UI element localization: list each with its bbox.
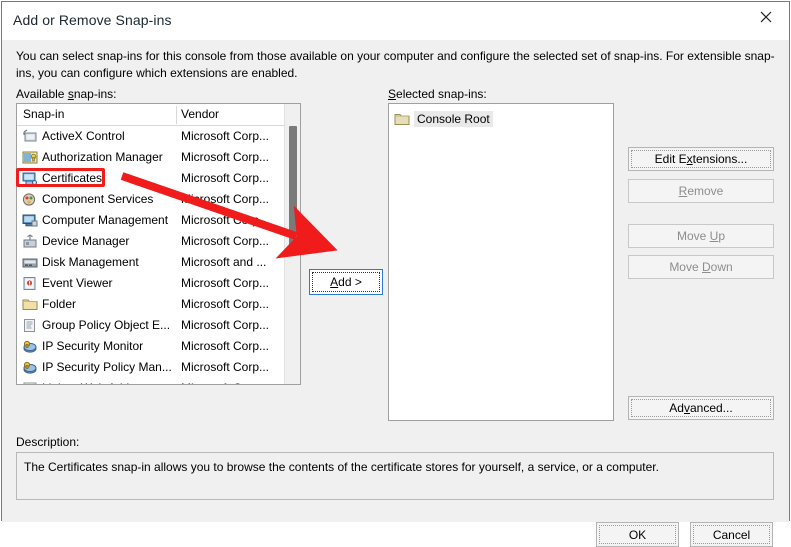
snapin-vendor: Microsoft Corp...	[181, 171, 270, 185]
snapin-name: Group Policy Object E...	[42, 318, 171, 332]
snapin-name: Component Services	[42, 192, 154, 206]
table-row[interactable]: Certificates Microsoft Corp...	[17, 168, 300, 189]
table-row[interactable]: Disk Management Microsoft and ...	[17, 252, 300, 273]
remove-button[interactable]: Remove	[628, 179, 774, 203]
snapin-name: IP Security Monitor	[42, 339, 144, 353]
table-row[interactable]: ActiveX Control Microsoft Corp...	[17, 126, 300, 147]
table-row[interactable]: IP Security Monitor Microsoft Corp...	[17, 336, 300, 357]
snapin-name: Disk Management	[42, 255, 139, 269]
ok-button[interactable]: OK	[596, 522, 679, 547]
snapin-name: Authorization Manager	[42, 150, 163, 164]
snapin-vendor: Microsoft Corp...	[181, 297, 270, 311]
cancel-button[interactable]: Cancel	[690, 522, 773, 547]
certificates-icon	[22, 171, 38, 186]
add-button[interactable]: Add >	[309, 269, 383, 295]
device-manager-icon	[22, 234, 38, 249]
authorization-manager-icon	[22, 150, 38, 165]
table-row[interactable]: Component Services Microsoft Corp...	[17, 189, 300, 210]
table-row[interactable]: IP Security Policy Man... Microsoft Corp.…	[17, 357, 300, 378]
link-to-web-address-icon	[22, 381, 38, 384]
ip-security-policy-management-icon	[22, 360, 38, 375]
snapin-name: Computer Management	[42, 213, 169, 227]
snapin-name: Device Manager	[42, 234, 130, 248]
snapin-vendor: Microsoft Corp...	[181, 129, 270, 143]
snapin-vendor: Microsoft Corp...	[181, 192, 270, 206]
snapin-vendor: Microsoft Corp...	[181, 234, 270, 248]
available-list-rows: ActiveX Control Microsoft Corp... Authoriz…	[17, 126, 300, 384]
description-label: Description:	[16, 435, 80, 449]
table-row[interactable]: Folder Microsoft Corp...	[17, 294, 300, 315]
snapin-vendor: Microsoft Corp...	[181, 318, 270, 332]
available-list-header: Snap-in Vendor	[17, 104, 300, 126]
selected-snapins-list[interactable]: Console Root	[388, 103, 614, 421]
move-up-button[interactable]: Move Up	[628, 224, 774, 248]
scrollbar-thumb[interactable]	[289, 126, 297, 250]
dialog-title: Add or Remove Snap-ins	[13, 12, 172, 28]
description-box: The Certificates snap-in allows you to b…	[16, 452, 774, 500]
snapin-vendor: Microsoft and ...	[181, 255, 267, 269]
available-snapins-label: Available snap-ins:	[16, 87, 117, 101]
event-viewer-icon	[22, 276, 38, 291]
snapin-vendor: Microsoft Corp...	[181, 213, 270, 227]
advanced-button[interactable]: Advanced...	[628, 396, 774, 420]
table-row[interactable]: Device Manager Microsoft Corp...	[17, 231, 300, 252]
snapin-name: Event Viewer	[42, 276, 113, 290]
snapin-vendor: Microsoft Corp...	[181, 339, 270, 353]
snapin-vendor: Microsoft Corp...	[181, 276, 270, 290]
dialog-body: You can select snap-ins for this console…	[2, 40, 789, 547]
activex-control-icon	[22, 129, 38, 144]
table-row[interactable]: Event Viewer Microsoft Corp...	[17, 273, 300, 294]
snapin-vendor: Microsoft Corp...	[181, 360, 270, 374]
snapin-name: Certificates	[42, 171, 103, 185]
snapin-name: IP Security Policy Man...	[42, 360, 172, 374]
console-root-folder-icon	[394, 112, 410, 126]
list-item[interactable]: Console Root	[394, 110, 613, 129]
available-snapins-list[interactable]: Snap-in Vendor ActiveX Control Microsoft …	[16, 103, 301, 385]
description-text: The Certificates snap-in allows you to b…	[24, 460, 659, 474]
snapin-name: Link to Web Address	[42, 381, 152, 384]
snapin-name: Folder	[42, 297, 77, 311]
available-list-scrollbar[interactable]	[284, 104, 300, 384]
table-row[interactable]: Group Policy Object E... Microsoft Corp..…	[17, 315, 300, 336]
selected-snapins-label: Selected snap-ins:	[388, 87, 487, 101]
disk-management-icon	[22, 255, 38, 270]
snapin-vendor: Microsoft Corp...	[181, 381, 269, 384]
ip-security-monitor-icon	[22, 339, 38, 354]
close-icon[interactable]	[743, 2, 789, 32]
component-services-icon	[22, 192, 38, 207]
folder-icon	[22, 297, 38, 312]
snapin-vendor: Microsoft Corp...	[181, 150, 270, 164]
selected-item-label: Console Root	[414, 111, 493, 127]
group-policy-object-editor-icon	[22, 318, 38, 333]
column-divider	[176, 106, 177, 124]
column-header-snapin[interactable]: Snap-in	[23, 107, 64, 121]
add-remove-snapins-dialog: Add or Remove Snap-ins You can select sn…	[1, 1, 790, 547]
table-row[interactable]: Computer Management Microsoft Corp...	[17, 210, 300, 231]
move-down-button[interactable]: Move Down	[628, 255, 774, 279]
intro-text: You can select snap-ins for this console…	[16, 49, 775, 80]
title-bar: Add or Remove Snap-ins	[2, 2, 789, 40]
table-row[interactable]: Link to Web Address Microsoft Corp...	[17, 378, 300, 384]
column-header-vendor[interactable]: Vendor	[181, 107, 219, 121]
computer-management-icon	[22, 213, 38, 228]
snapin-name: ActiveX Control	[42, 129, 125, 143]
edit-extensions-button[interactable]: Edit Extensions...	[628, 147, 774, 171]
table-row[interactable]: Authorization Manager Microsoft Corp...	[17, 147, 300, 168]
